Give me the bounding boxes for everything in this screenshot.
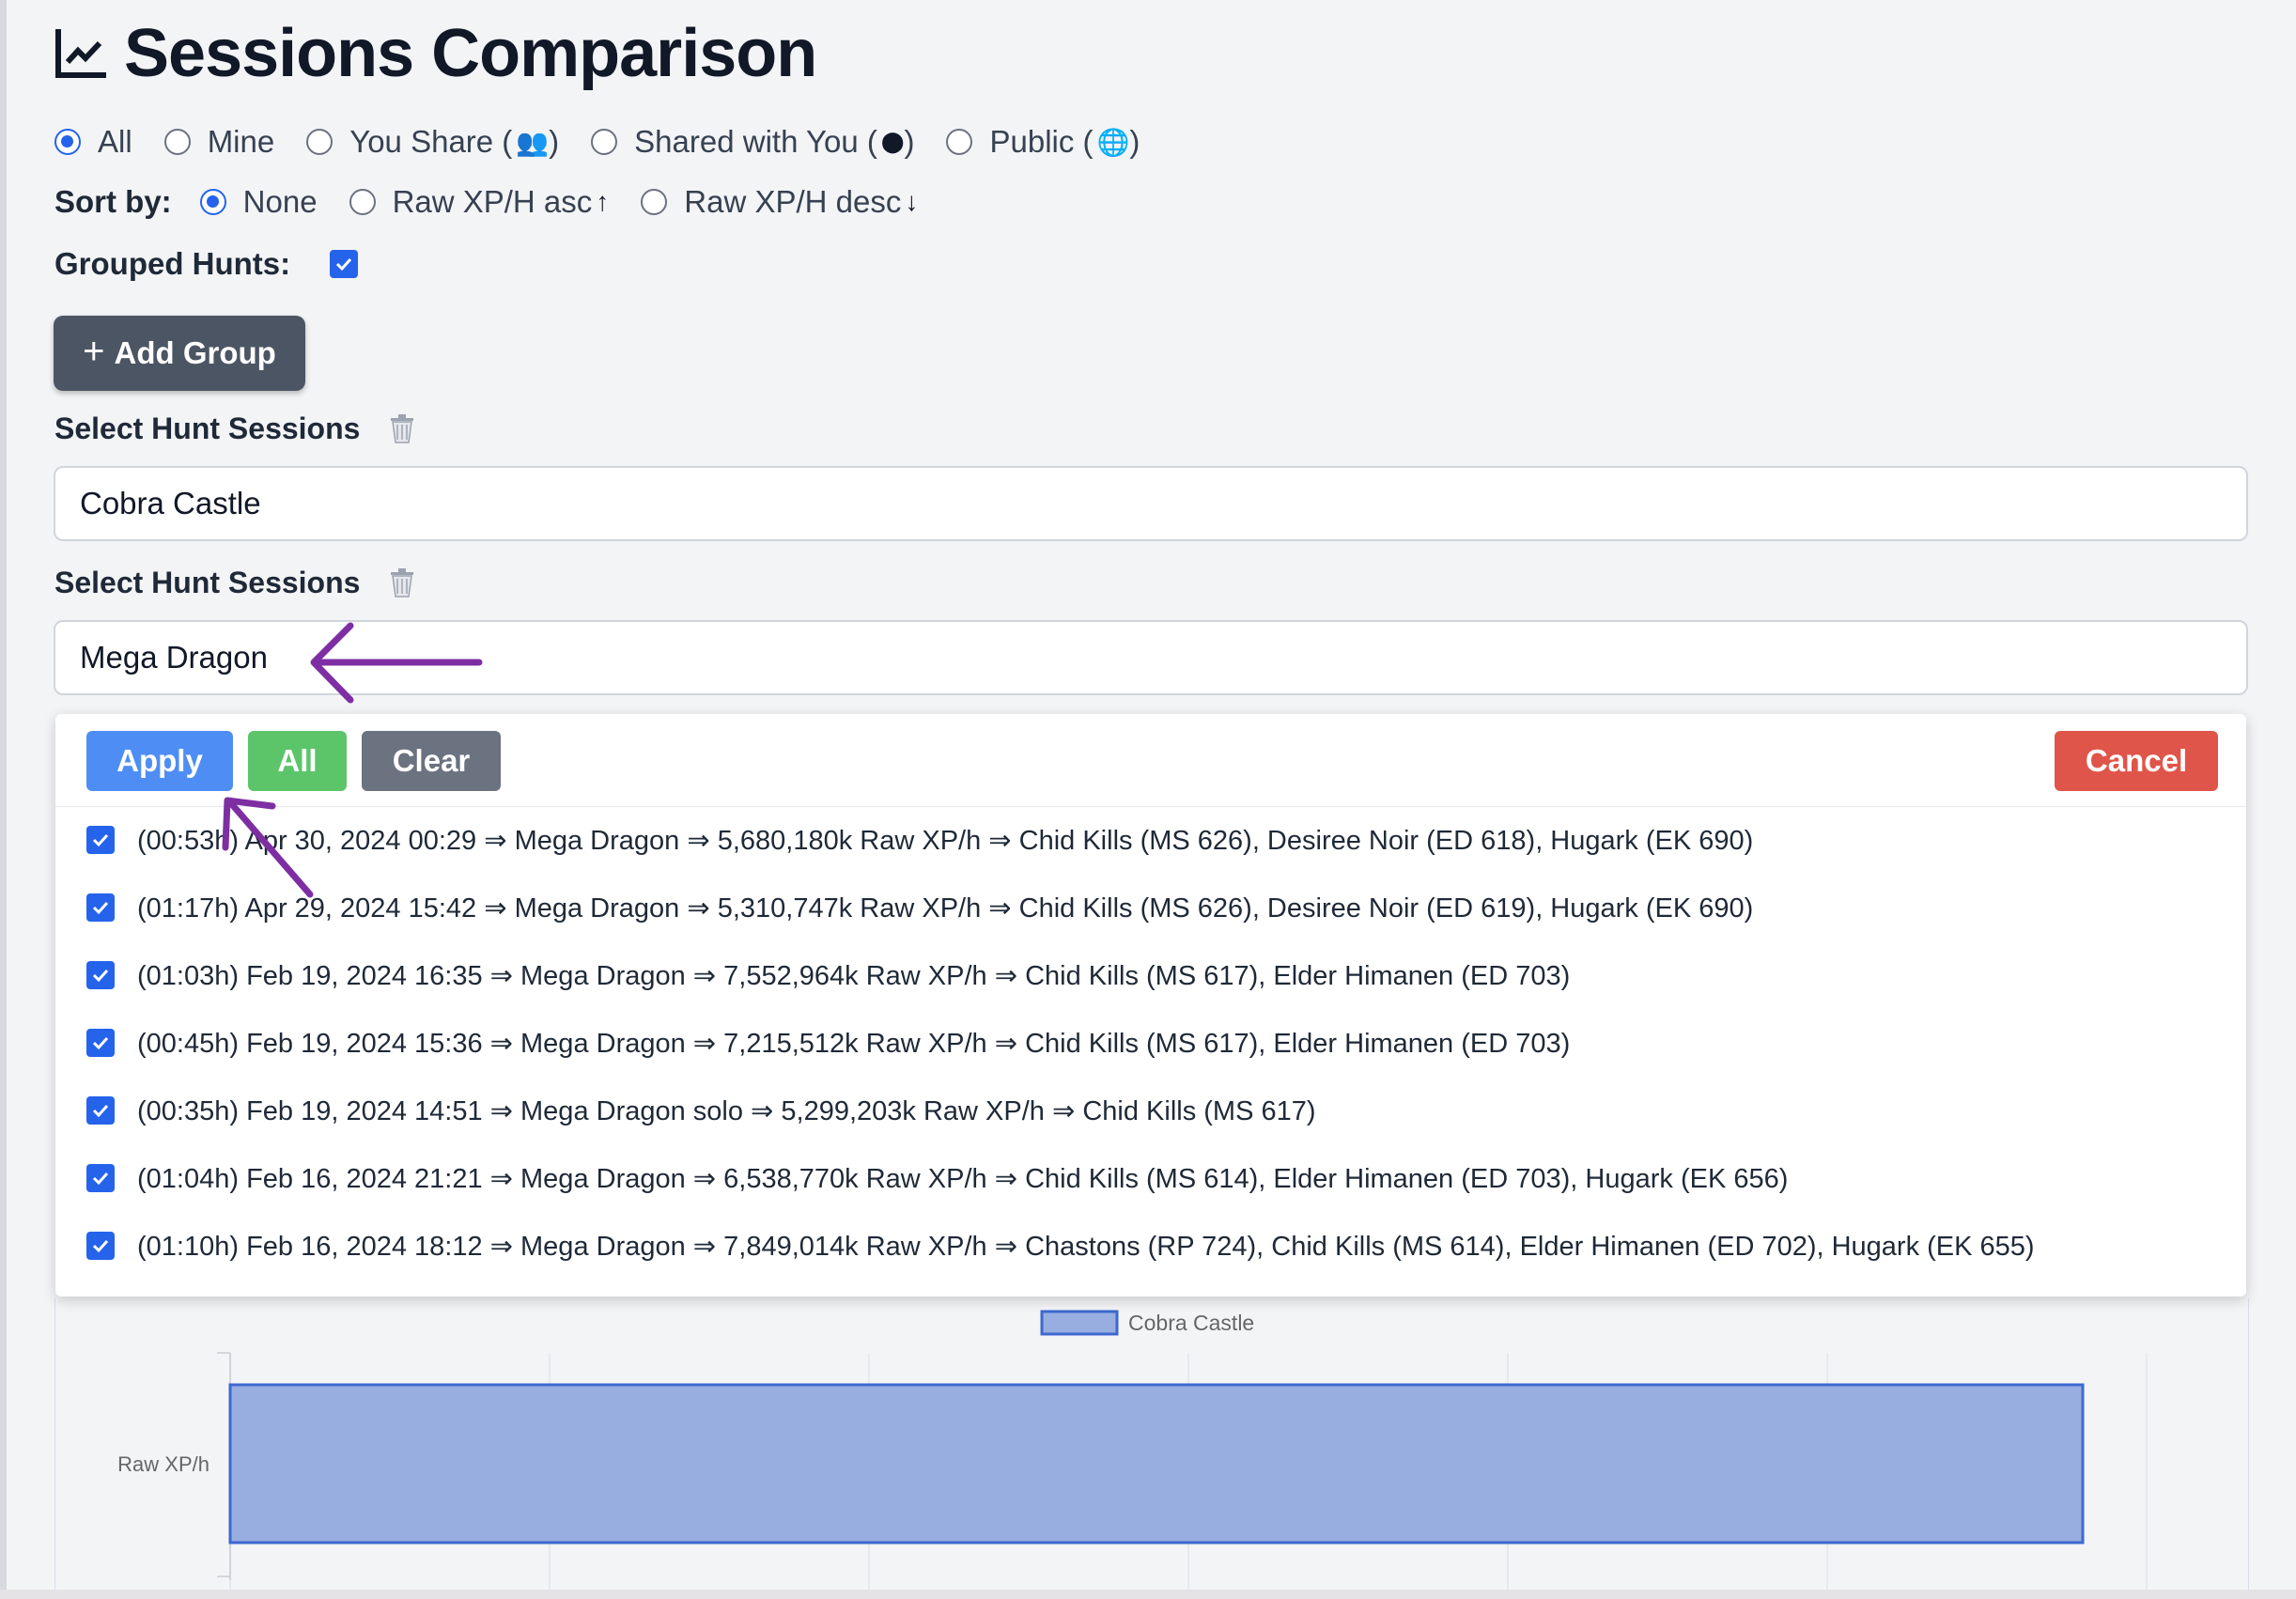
sort-glyph-icon: ↑	[596, 187, 610, 216]
filter-radio[interactable]	[591, 129, 618, 155]
sort-option-label: None	[242, 184, 318, 219]
window-bottom-edge	[0, 1590, 2296, 1599]
grouped-hunts-checkbox[interactable]	[330, 250, 359, 278]
sort-label: Sort by:	[54, 184, 172, 219]
group-1-session-select[interactable]: Cobra Castle	[54, 466, 2248, 541]
cancel-button[interactable]: Cancel	[2055, 731, 2218, 791]
chart-legend-label: Cobra Castle	[1128, 1311, 1254, 1335]
comparison-chart: Raw XP/h Cobra Castle	[54, 1298, 2249, 1590]
trash-icon[interactable]	[388, 413, 416, 443]
session-item[interactable]: (01:03h) Feb 19, 2024 16:35 ⇒ Mega Drago…	[55, 941, 2246, 1009]
filter-option-4[interactable]: Public (🌐)	[946, 124, 1140, 160]
session-label: (01:10h) Feb 16, 2024 18:12 ⇒ Mega Drago…	[137, 1231, 2035, 1262]
group-2-label: Select Hunt Sessions	[54, 565, 361, 599]
check-icon	[92, 1239, 109, 1253]
group-1-select-value: Cobra Castle	[80, 486, 261, 520]
check-icon	[92, 833, 109, 847]
chart-line-icon	[55, 29, 106, 78]
filter-option-3[interactable]: Shared with You (⬤)	[591, 124, 914, 160]
check-icon	[336, 257, 352, 272]
filter-radio[interactable]	[946, 129, 973, 155]
sort-option-0[interactable]: None	[199, 184, 318, 220]
sort-radio[interactable]	[199, 189, 226, 215]
sort-option-label: Raw XP/H asc	[392, 184, 593, 219]
chart-legend-swatch	[1040, 1310, 1119, 1336]
session-list: (00:53h) Apr 30, 2024 00:29 ⇒ Mega Drago…	[55, 806, 2246, 1280]
filter-glyph-icon: 👥	[516, 127, 550, 157]
session-item[interactable]: (01:04h) Feb 16, 2024 21:21 ⇒ Mega Drago…	[55, 1144, 2246, 1212]
session-checkbox[interactable]	[86, 826, 115, 854]
session-label: (00:45h) Feb 19, 2024 15:36 ⇒ Mega Drago…	[137, 1028, 1571, 1059]
filter-option-0[interactable]: All	[54, 124, 132, 160]
dropdown-toolbar: Apply All Clear Cancel	[55, 714, 2246, 807]
grouped-hunts-label: Grouped Hunts:	[54, 246, 291, 281]
session-checkbox[interactable]	[86, 1096, 115, 1125]
chart-category-label: Raw XP/h	[117, 1452, 209, 1476]
trash-icon[interactable]	[388, 567, 416, 598]
check-icon	[92, 1172, 109, 1186]
session-checkbox[interactable]	[86, 1029, 115, 1057]
session-item[interactable]: (00:35h) Feb 19, 2024 14:51 ⇒ Mega Drago…	[55, 1077, 2246, 1144]
chart-svg: Raw XP/h Cobra Castle	[117, 1310, 2148, 1590]
session-item[interactable]: (01:17h) Apr 29, 2024 15:42 ⇒ Mega Drago…	[55, 874, 2246, 941]
session-dropdown: Apply All Clear Cancel (00:53h) Apr 30, …	[55, 714, 2246, 1296]
group-2-session-select[interactable]: Mega Dragon	[54, 620, 2248, 695]
filter-option-label: All	[98, 124, 132, 159]
filter-option-label: Mine	[207, 124, 275, 159]
add-group-label: Add Group	[114, 335, 276, 370]
filter-glyph-icon: ⬤	[880, 130, 905, 153]
group-2-header: Select Hunt Sessions	[54, 562, 416, 603]
session-label: (00:53h) Apr 30, 2024 00:29 ⇒ Mega Drago…	[137, 825, 1754, 856]
group-2-select-value: Mega Dragon	[80, 640, 268, 675]
session-label: (01:17h) Apr 29, 2024 15:42 ⇒ Mega Drago…	[137, 893, 1754, 924]
session-checkbox[interactable]	[86, 961, 115, 989]
filter-option-label: You Share (	[349, 124, 513, 159]
page-header: Sessions Comparison	[53, 13, 817, 94]
session-checkbox[interactable]	[86, 1232, 115, 1260]
filter-radio[interactable]	[163, 129, 191, 155]
plus-icon: +	[83, 330, 105, 372]
chart-bar-cobra-castle	[228, 1383, 2085, 1545]
filter-option-suffix: )	[904, 124, 915, 159]
sort-option-1[interactable]: Raw XP/H asc ↑	[349, 184, 610, 220]
session-item[interactable]: (00:53h) Apr 30, 2024 00:29 ⇒ Mega Drago…	[55, 806, 2246, 874]
session-label: (00:35h) Feb 19, 2024 14:51 ⇒ Mega Drago…	[137, 1095, 1316, 1126]
apply-button[interactable]: Apply	[86, 731, 233, 791]
select-all-button[interactable]: All	[248, 731, 347, 791]
filter-option-suffix: )	[549, 124, 560, 159]
session-item[interactable]: (01:10h) Feb 16, 2024 18:12 ⇒ Mega Drago…	[55, 1212, 2246, 1280]
check-icon	[92, 1104, 109, 1118]
filter-option-2[interactable]: You Share (👥)	[306, 124, 559, 160]
window-left-edge	[0, 0, 7, 1599]
filter-option-1[interactable]: Mine	[163, 124, 275, 160]
page-title: Sessions Comparison	[124, 16, 817, 91]
sort-option-label: Raw XP/H desc	[684, 184, 902, 219]
filter-option-label: Shared with You (	[634, 124, 877, 159]
add-group-button[interactable]: + Add Group	[54, 316, 305, 391]
grouped-hunts-row: Grouped Hunts:	[54, 246, 359, 282]
filter-glyph-icon: 🌐	[1096, 127, 1130, 157]
session-label: (01:03h) Feb 19, 2024 16:35 ⇒ Mega Drago…	[137, 960, 1571, 991]
group-1-label: Select Hunt Sessions	[54, 411, 361, 445]
filter-option-label: Public (	[989, 124, 1094, 159]
session-checkbox[interactable]	[86, 893, 115, 922]
filter-radio[interactable]	[54, 129, 81, 155]
check-icon	[92, 901, 109, 915]
sort-option-2[interactable]: Raw XP/H desc ↓	[641, 184, 918, 220]
session-item[interactable]: (00:45h) Feb 19, 2024 15:36 ⇒ Mega Drago…	[55, 1009, 2246, 1077]
filter-radio[interactable]	[306, 129, 334, 155]
sort-radio[interactable]	[349, 189, 376, 215]
group-1-header: Select Hunt Sessions	[54, 408, 416, 449]
sort-options: Sort by: None Raw XP/H asc ↑ Raw XP/H desc ↓	[54, 184, 950, 220]
clear-button[interactable]: Clear	[362, 731, 501, 791]
session-checkbox[interactable]	[86, 1164, 115, 1192]
sort-radio[interactable]	[641, 189, 668, 215]
check-icon	[92, 969, 109, 983]
sort-glyph-icon: ↓	[905, 187, 919, 216]
check-icon	[92, 1036, 109, 1050]
visibility-filter: All Mine You Share (👥) Shared with You (⬤) P…	[54, 124, 1171, 160]
session-label: (01:04h) Feb 16, 2024 21:21 ⇒ Mega Drago…	[137, 1163, 1789, 1194]
filter-option-suffix: )	[1129, 124, 1140, 159]
